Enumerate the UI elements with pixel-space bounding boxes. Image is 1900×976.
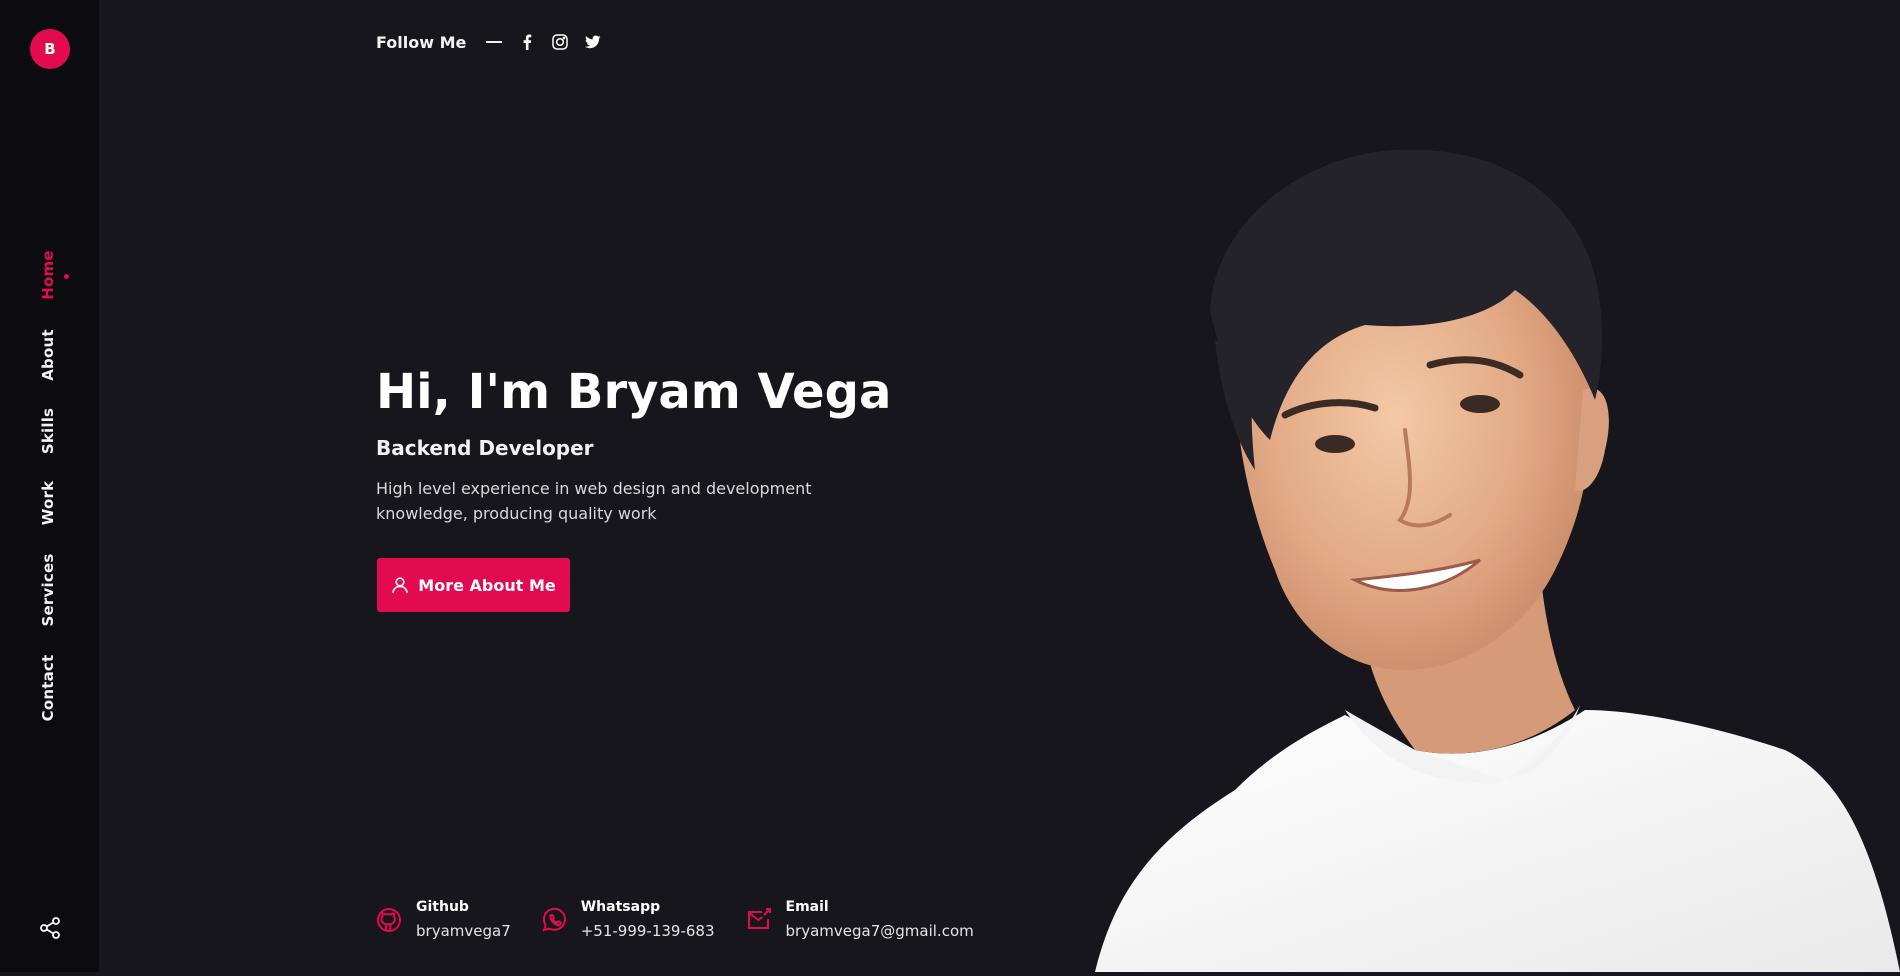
active-indicator-dot [64, 274, 69, 279]
nav-item-work[interactable]: Work [39, 481, 57, 526]
contact-email-title: Email [785, 899, 829, 915]
sidebar: B Home About Skills Work Services Contac… [0, 0, 99, 972]
twitter-icon[interactable] [584, 33, 602, 51]
user-icon [392, 577, 409, 594]
contact-github-value: bryamvega7 [416, 922, 511, 940]
nav-item-services[interactable]: Services [39, 554, 57, 627]
contact-email[interactable]: Email bryamvega7@gmail.com [746, 898, 974, 941]
hero-subtitle: Backend Developer [376, 436, 594, 460]
logo[interactable]: B [30, 29, 70, 69]
email-icon [746, 907, 772, 933]
contact-email-text: Email bryamvega7@gmail.com [786, 898, 974, 941]
follow-me-bar: Follow Me [376, 30, 617, 54]
contact-whatsapp-title: Whatsapp [580, 899, 661, 915]
share-icon[interactable] [38, 916, 62, 940]
hero-title: Hi, I'm Bryam Vega [376, 364, 892, 420]
contact-whatsapp-value: +51-999-139-683 [580, 922, 715, 940]
contact-github-title: Github [416, 899, 469, 915]
more-about-me-label: More About Me [418, 575, 556, 595]
nav-item-home[interactable]: Home [39, 250, 57, 299]
contact-list: Github bryamvega7 Whatsapp +51-999-139-6… [376, 898, 1004, 941]
contact-whatsapp[interactable]: Whatsapp +51-999-139-683 [541, 898, 715, 941]
follow-divider [486, 41, 503, 43]
instagram-icon[interactable] [551, 33, 569, 51]
contact-whatsapp-text: Whatsapp +51-999-139-683 [581, 898, 715, 941]
hero-description: High level experience in web design and … [376, 479, 812, 523]
contact-email-value: bryamvega7@gmail.com [785, 922, 974, 940]
contact-github-text: Github bryamvega7 [416, 898, 511, 941]
follow-label: Follow Me [376, 32, 467, 52]
nav-item-contact[interactable]: Contact [39, 655, 57, 722]
contact-github[interactable]: Github bryamvega7 [376, 898, 511, 941]
nav-item-skills[interactable]: Skills [39, 408, 57, 454]
logo-letter: B [44, 40, 56, 58]
facebook-icon[interactable] [518, 33, 536, 51]
github-icon [376, 907, 402, 933]
whatsapp-icon [541, 907, 567, 933]
nav-item-about[interactable]: About [39, 329, 57, 381]
more-about-me-button[interactable]: More About Me [377, 558, 570, 612]
profile-photo [1085, 149, 1900, 972]
